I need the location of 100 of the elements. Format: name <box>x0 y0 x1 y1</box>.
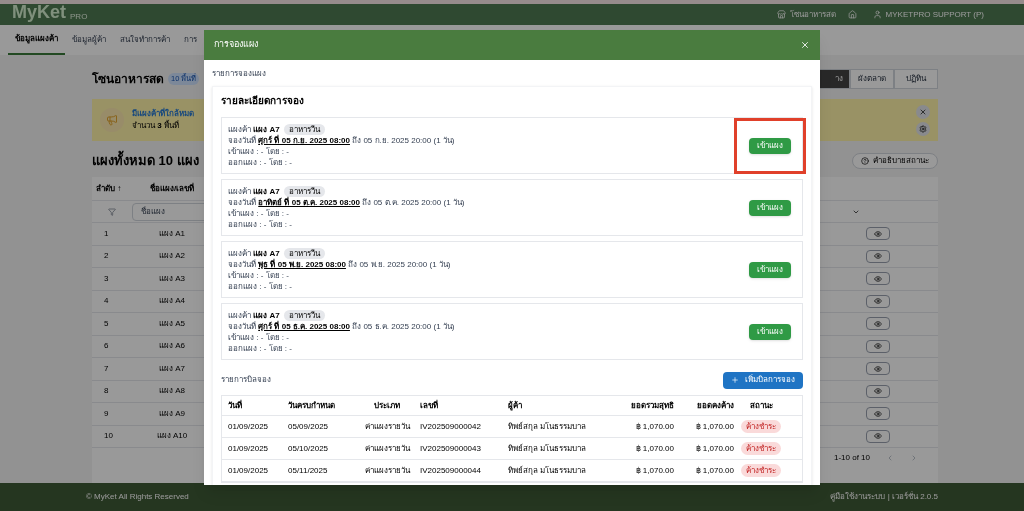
table-cell-text: 01/09/2025 <box>228 442 270 455</box>
help-icon <box>861 157 869 165</box>
table-cell-text: 05/09/2025 <box>288 420 330 433</box>
table-cell-text: แผง A3 <box>158 272 186 285</box>
table-cell-text: IV202509000042 <box>420 420 482 433</box>
table-cell-text: 1 <box>103 227 110 240</box>
check-in-button[interactable]: เข้าแผง <box>749 261 791 278</box>
view-button[interactable] <box>866 384 890 398</box>
eye-icon <box>874 319 882 328</box>
user-icon <box>872 10 882 19</box>
stall-label: แผงค้า แผง A7 <box>228 247 280 259</box>
column-header: ผู้ค้า <box>508 399 523 412</box>
column-header: วันที่ <box>228 399 243 412</box>
table-cell-text: ค่าแผงรายวัน <box>363 464 411 477</box>
table-cell-text: 01/09/2025 <box>228 464 270 477</box>
column-header: ยอดรวมสุทธิ <box>630 399 674 412</box>
page-title: โซนอาหารสด <box>92 71 164 88</box>
eye-icon <box>874 387 882 396</box>
add-bill-button[interactable]: เพิ่มบิลการจอง <box>723 371 803 389</box>
user-name[interactable]: MYKETPRO SUPPORT (P) <box>885 8 984 21</box>
table-cell-text: 8 <box>103 385 110 398</box>
status-legend-button[interactable]: คำอธิบายสถานะ <box>852 153 938 169</box>
check-out-text: ออกแผง : - โดย : - <box>228 218 293 230</box>
check-in-text: เข้าแผง : - โดย : - <box>228 331 290 343</box>
column-header: สถานะ <box>748 399 774 412</box>
eye-icon <box>874 229 882 238</box>
view-button[interactable] <box>866 429 890 443</box>
check-in-button[interactable]: เข้าแผง <box>749 199 791 216</box>
table-cell-text: 2 <box>103 250 110 263</box>
status-badge: ค้างชำระ <box>741 463 781 477</box>
stall-label: แผงค้า แผง A7 <box>228 309 280 321</box>
table-cell-text: แผง A2 <box>158 250 186 263</box>
megaphone-icon <box>106 114 118 126</box>
column-header: ยอดคงค้าง <box>696 399 734 412</box>
table-cell-text: 05/10/2025 <box>288 442 330 455</box>
check-in-button[interactable]: เข้าแผง <box>749 323 791 340</box>
logo-sub: PRO <box>70 12 88 21</box>
close-icon[interactable] <box>800 40 810 50</box>
next-page-icon[interactable] <box>910 454 918 462</box>
section-label: รายการจองแผง <box>212 68 267 80</box>
check-in-button[interactable]: เข้าแผง <box>749 137 791 154</box>
view-button[interactable] <box>866 249 890 263</box>
table-cell-text: ทิพย์สกุล มโนธรรมบาล <box>508 442 588 455</box>
column-header: เลขที่ <box>420 399 439 412</box>
column-header: วันครบกำหนด <box>288 399 336 412</box>
zone-label: โซนอาหารสด <box>789 8 836 21</box>
category-tag: อาหารวีน <box>283 247 325 259</box>
bills-title: รายการบิลจอง <box>221 374 271 386</box>
view-button[interactable] <box>866 272 890 286</box>
filter-icon <box>108 207 116 216</box>
table-cell-text: 10 <box>103 430 114 443</box>
store-icon <box>776 10 786 19</box>
gear-icon <box>919 124 927 133</box>
check-in-text: เข้าแผง : - โดย : - <box>228 207 290 219</box>
previous-page-icon[interactable] <box>886 454 894 462</box>
table-cell-text: ทิพย์สกุล มโนธรรมบาล <box>508 464 588 477</box>
copyright-text: © MyKet All Rights Reserved <box>86 491 189 503</box>
stall-label: แผงค้า แผง A7 <box>228 185 280 197</box>
settings-button[interactable] <box>916 121 930 136</box>
close-alert-button[interactable] <box>916 104 930 119</box>
view-button[interactable] <box>866 227 890 241</box>
table-cell-text: แผง A4 <box>158 295 186 308</box>
view-button[interactable] <box>866 362 890 376</box>
view-button[interactable] <box>866 339 890 353</box>
table-cell-text: แผง A9 <box>158 407 186 420</box>
eye-icon <box>874 364 882 373</box>
eye-icon <box>874 252 882 261</box>
check-out-text: ออกแผง : - โดย : - <box>228 156 293 168</box>
nav-tab[interactable]: สนใจทำการค้า <box>113 25 177 55</box>
table-cell-text: 6 <box>103 340 110 353</box>
view-button[interactable] <box>866 294 890 308</box>
status-badge: ค้างชำระ <box>741 441 781 455</box>
view-button[interactable] <box>866 407 890 421</box>
table-cell-text: ฿ 1,070.00 <box>694 420 734 433</box>
nav-tab[interactable]: การ <box>177 25 204 55</box>
table-cell-text: แผง A10 <box>155 430 189 443</box>
view-button[interactable] <box>866 317 890 331</box>
booking-dates: จองวันที่ ศุกร์ ที่ 05 ก.ย. 2025 08:00 ถึง 05 ก.ย. 2025 20:00 (1 วัน) <box>228 134 455 146</box>
nav-tab[interactable]: ข้อมูลผู้ค้า <box>65 25 113 55</box>
nav-tab[interactable]: ข้อมูลแผงค้า <box>8 25 65 55</box>
view-toggle[interactable]: ปฏิทิน <box>894 69 938 89</box>
category-tag: อาหารวีน <box>283 309 325 321</box>
eye-icon <box>874 297 882 306</box>
table-cell-text: 3 <box>103 272 110 285</box>
home-icon[interactable] <box>847 10 857 19</box>
eye-icon <box>874 409 882 418</box>
footer-links[interactable]: คู่มือใช้งานระบบ | เวอร์ชั่น 2.0.5 <box>830 491 938 503</box>
stall-label: แผงค้า แผง A7 <box>228 123 280 135</box>
card-title: รายละเอียดการจอง <box>221 94 305 108</box>
logo: MyKet <box>12 2 66 21</box>
dialog-title: การจองแผง <box>214 38 258 52</box>
column-header: ลำดับ ↑ <box>95 182 123 195</box>
table-cell-text: 5 <box>103 317 110 330</box>
check-out-text: ออกแผง : - โดย : - <box>228 342 293 354</box>
table-cell-text: IV202509000044 <box>420 464 482 477</box>
pagination-text: 1-10 of 10 <box>833 452 870 464</box>
table-cell-text: 4 <box>103 295 110 308</box>
plus-icon <box>731 376 739 384</box>
view-toggle[interactable]: ผังตลาด <box>850 69 894 89</box>
close-icon <box>919 107 927 116</box>
